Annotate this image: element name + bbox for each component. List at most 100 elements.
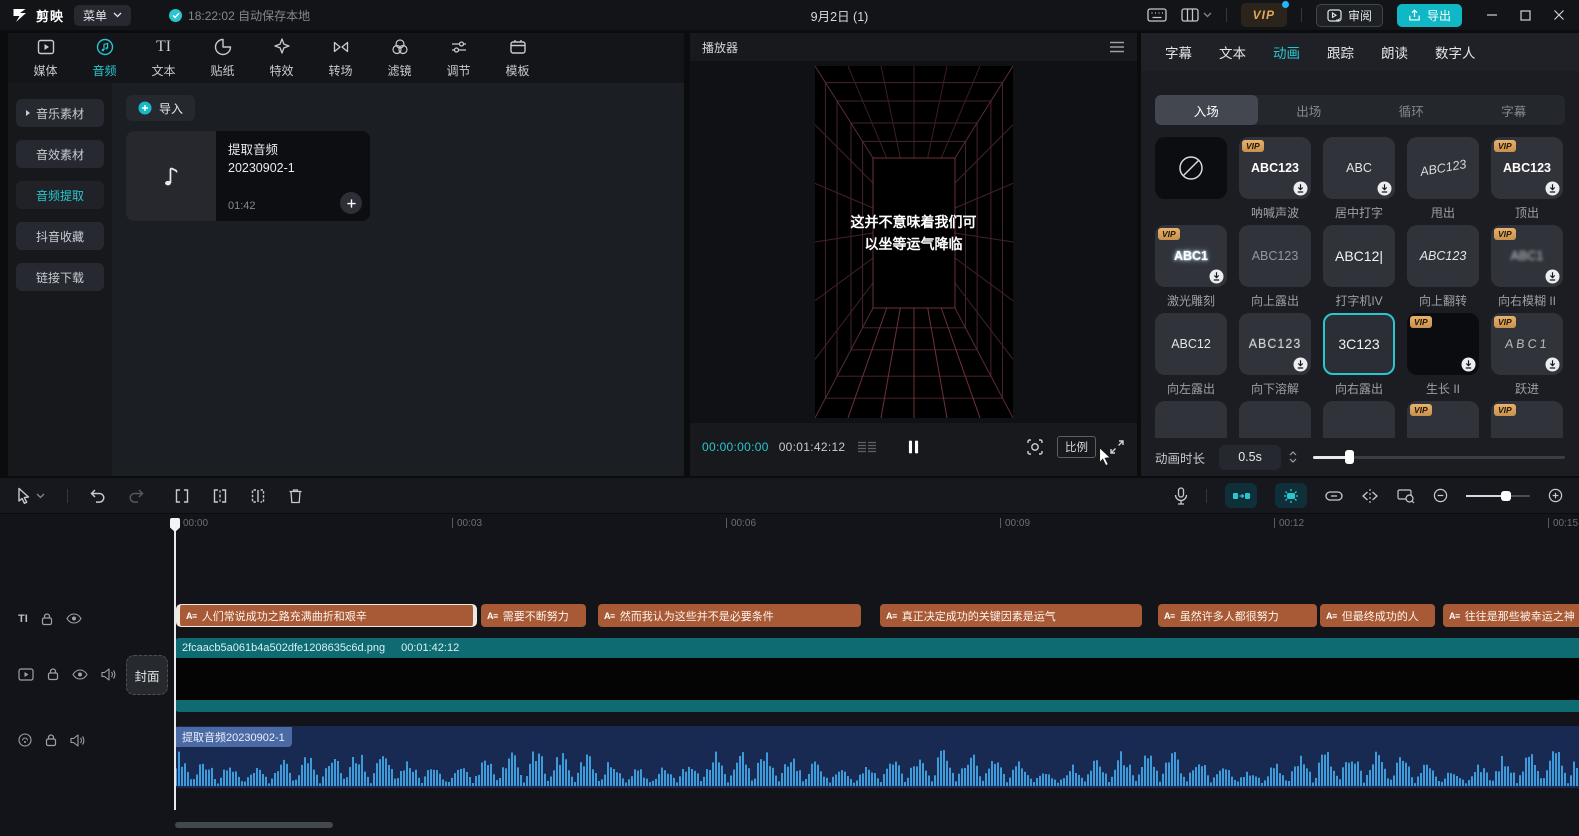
menu-button[interactable]: 菜单 [74,5,131,26]
subtitle-clip[interactable]: A≡ 人们常说成功之路充满曲折和艰辛 [176,604,477,627]
shortcuts-icon[interactable] [1147,8,1167,22]
timeline-ruler[interactable]: 00:0000:0300:0600:0900:1200:15 [0,514,1579,536]
fit-focus-icon[interactable] [1026,438,1044,456]
timeline-zoom-slider[interactable] [1466,495,1530,497]
animation-item[interactable] [1155,137,1227,225]
media-tab-adjust[interactable]: 调节 [429,33,488,83]
global-preview-zoom-icon[interactable] [1397,488,1415,504]
delete-button[interactable] [288,488,303,504]
cover-button[interactable]: 封面 [126,655,168,695]
mute-icon[interactable] [70,734,85,747]
animation-item[interactable]: ABC12 向左露出 [1155,313,1227,401]
sidebar-item[interactable]: 音效素材 [16,140,104,168]
media-tab-text[interactable]: TI 文本 [134,33,193,83]
duration-slider-handle[interactable] [1345,450,1354,464]
eye-icon[interactable] [72,669,88,680]
animation-item[interactable] [1155,401,1227,443]
duration-stepper[interactable] [1289,451,1297,463]
media-tab-effects[interactable]: 特效 [252,33,311,83]
redo-button[interactable] [128,489,144,503]
minimize-button[interactable] [1486,9,1498,21]
media-tab-audio[interactable]: 音频 [75,33,134,83]
animation-subtab[interactable]: 循环 [1360,95,1463,125]
animation-item[interactable] [1239,401,1311,443]
subtitle-clip[interactable]: A≡ 然而我认为这些并不是必要条件 [598,604,861,627]
frame-list-icon[interactable] [857,440,877,454]
settings-tab[interactable]: 文本 [1219,42,1246,62]
export-button[interactable]: 导出 [1397,4,1462,27]
extracted-audio-card[interactable]: 提取音频 20230902-1 01:42 [126,131,370,221]
subtitle-clip[interactable]: A≡ 虽然许多人都很努力 [1158,604,1317,627]
main-track-magnet-toggle[interactable] [1225,483,1257,508]
animation-item[interactable]: ABC123 向下溶解 [1239,313,1311,401]
timeline-scrollbar[interactable] [175,822,333,828]
audio-clip[interactable]: 提取音频20230902-1 [175,726,1579,788]
split-left-icon[interactable] [212,488,228,504]
subtitle-clip[interactable]: A≡ 需要不断努力 [481,604,586,627]
animation-item[interactable]: ABC12| 打字机IV [1323,225,1395,313]
sidebar-item[interactable]: 抖音收藏 [16,222,104,250]
animation-item[interactable]: VIPABC1 向右模糊 II [1491,225,1563,313]
subtitle-clip[interactable]: A≡ 真正决定成功的关键因素是运气 [880,604,1142,627]
animation-item[interactable] [1323,401,1395,443]
video-clip[interactable]: 2fcaacb5a061b4a502dfe1208635c6d.png 00:0… [175,638,1579,712]
animation-item[interactable]: VIP [1491,401,1563,443]
preview-axis-icon[interactable] [1361,489,1379,503]
media-tab-sticker[interactable]: 贴纸 [193,33,252,83]
animation-item[interactable]: VIP [1407,401,1479,443]
layout-panels-icon[interactable] [1181,8,1212,22]
settings-tab[interactable]: 数字人 [1435,42,1476,62]
undo-button[interactable] [90,489,106,503]
animation-item[interactable]: VIPABC123 呐喊声波 [1239,137,1311,225]
zoom-slider-handle[interactable] [1501,491,1511,501]
animation-item[interactable]: VIPABC123 顶出 [1491,137,1563,225]
subtitle-clip[interactable]: A≡ 但最终成功的人 [1320,604,1435,627]
split-icon[interactable] [174,488,190,504]
auto-snap-toggle[interactable] [1275,483,1307,508]
animation-item[interactable]: VIP 生长 II [1407,313,1479,401]
animation-subtab[interactable]: 出场 [1258,95,1361,125]
pause-button[interactable] [908,440,919,454]
fullscreen-icon[interactable] [1109,439,1125,455]
settings-tab[interactable]: 跟踪 [1327,42,1354,62]
subtitle-clip[interactable]: A≡ 往往是那些被幸运之神 [1443,604,1579,627]
add-to-timeline-button[interactable] [340,192,362,214]
lock-icon[interactable] [45,733,57,747]
video-preview[interactable]: 这并不意味着我们可 以坐等运气降临 [815,66,1013,418]
playhead[interactable] [174,518,176,810]
animation-item[interactable]: ABC 居中打字 [1323,137,1395,225]
zoom-in-icon[interactable] [1548,488,1563,503]
player-menu-icon[interactable] [1109,41,1125,53]
settings-tab[interactable]: 动画 [1273,42,1300,62]
animation-subtab[interactable]: 入场 [1155,95,1258,125]
vip-button[interactable]: VIP [1241,3,1287,27]
link-clips-icon[interactable] [1325,491,1343,501]
settings-tab[interactable]: 字幕 [1165,42,1192,62]
close-button[interactable] [1553,9,1565,21]
lock-icon[interactable] [47,667,59,681]
duration-value-input[interactable]: 0.5s [1219,445,1281,470]
aspect-ratio-button[interactable]: 比例 [1057,436,1096,458]
media-tab-template[interactable]: 模板 [488,33,547,83]
animation-item[interactable]: VIPABC1 跃进 [1491,313,1563,401]
settings-tab[interactable]: 朗读 [1381,42,1408,62]
select-tool[interactable] [16,487,45,504]
animation-item[interactable]: ABC123 向上露出 [1239,225,1311,313]
animation-item[interactable]: ABC123 甩出 [1407,137,1479,225]
sidebar-item[interactable]: 音乐素材 [16,99,104,127]
media-tab-transition[interactable]: 转场 [311,33,370,83]
import-button[interactable]: 导入 [126,95,195,121]
record-voiceover-icon[interactable] [1174,487,1188,505]
animation-item[interactable]: 3C123 向右露出 [1323,313,1395,401]
mute-icon[interactable] [101,668,116,681]
zoom-out-icon[interactable] [1433,488,1448,503]
split-right-icon[interactable] [250,488,266,504]
animation-item[interactable]: VIPABC1 激光雕刻 [1155,225,1227,313]
media-tab-filter[interactable]: 滤镜 [370,33,429,83]
media-tab-media[interactable]: 媒体 [16,33,75,83]
maximize-button[interactable] [1520,10,1531,21]
review-button[interactable]: 审阅 [1316,4,1383,27]
animation-item[interactable]: ABC123 向上翻转 [1407,225,1479,313]
sidebar-item[interactable]: 音频提取 [16,181,104,209]
animation-subtab[interactable]: 字幕 [1463,95,1566,125]
